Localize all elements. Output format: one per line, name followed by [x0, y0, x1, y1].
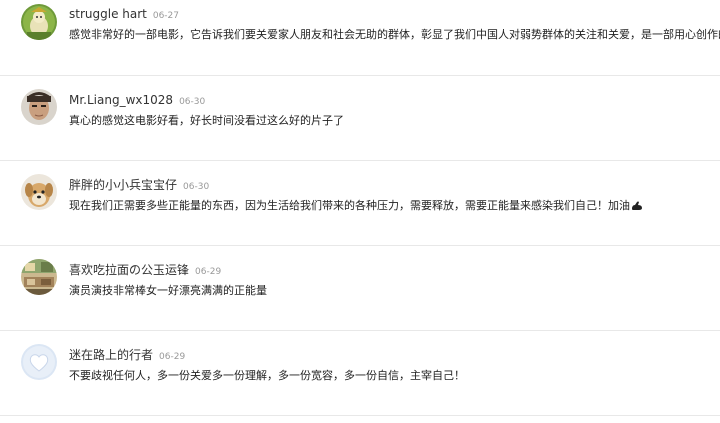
comment-meta: struggle hart 06-27 [69, 5, 179, 24]
comment-date: 06-30 [179, 97, 206, 107]
comment-item: Mr.Liang_wx1028 06-30 真心的感觉这电影好看，好长时间没看过这… [0, 76, 720, 161]
username[interactable]: Mr.Liang_wx1028 [69, 93, 173, 107]
flexed-arm-emoji-icon [631, 200, 643, 211]
comment-date: 06-29 [159, 352, 186, 362]
comment-item: 喜欢吃拉面の公玉运锋 06-29 演员演技非常棒女一好漂亮满满的正能量 [0, 246, 720, 331]
comment-item: 迷在路上的行者 06-29 不要歧视任何人，多一份关爱多一份理解，多一份宽容，多一… [0, 331, 720, 416]
comment-meta: Mr.Liang_wx1028 06-30 [69, 91, 205, 110]
comment-text: 感觉非常好的一部电影，它告诉我们要关爱家人朋友和社会无助的群体，彰显了我们中国人… [69, 28, 720, 41]
green-character-avatar[interactable] [21, 4, 57, 40]
comment-list: struggle hart 06-27 感觉非常好的一部电影，它告诉我们要关爱家人… [0, 0, 720, 416]
comment-date: 06-29 [195, 267, 222, 277]
heart-avatar[interactable] [21, 344, 57, 380]
comment-text: 不要歧视任何人，多一份关爱多一份理解，多一份宽容，多一份自信，主宰自己！ [69, 369, 465, 382]
comment-text: 真心的感觉这电影好看，好长时间没看过这么好的片子了 [69, 114, 344, 127]
comment-meta: 胖胖的小小兵宝宝仔 06-30 [69, 176, 209, 195]
username[interactable]: 胖胖的小小兵宝宝仔 [69, 178, 177, 192]
comment-item: struggle hart 06-27 感觉非常好的一部电影，它告诉我们要关爱家人… [0, 0, 720, 76]
comment-item: 胖胖的小小兵宝宝仔 06-30 现在我们正需要多些正能量的东西，因为生活给我们带来… [0, 161, 720, 246]
comment-meta: 喜欢吃拉面の公玉运锋 06-29 [69, 261, 221, 280]
comment-text: 演员演技非常棒女一好漂亮满满的正能量 [69, 284, 267, 297]
puppy-photo-avatar[interactable] [21, 174, 57, 210]
comment-meta: 迷在路上的行者 06-29 [69, 346, 185, 365]
comment-text-row: 现在我们正需要多些正能量的东西，因为生活给我们带来的各种压力，需要释放，需要正能… [69, 198, 643, 214]
username[interactable]: 迷在路上的行者 [69, 348, 153, 362]
comment-date: 06-27 [152, 11, 180, 21]
room-photo-avatar[interactable] [21, 259, 57, 295]
comment-date: 06-30 [183, 182, 210, 192]
username[interactable]: struggle hart [69, 7, 147, 21]
person-photo-avatar[interactable] [21, 89, 57, 125]
comment-text: 现在我们正需要多些正能量的东西，因为生活给我们带来的各种压力，需要释放，需要正能… [69, 199, 630, 212]
username[interactable]: 喜欢吃拉面の公玉运锋 [69, 263, 189, 277]
